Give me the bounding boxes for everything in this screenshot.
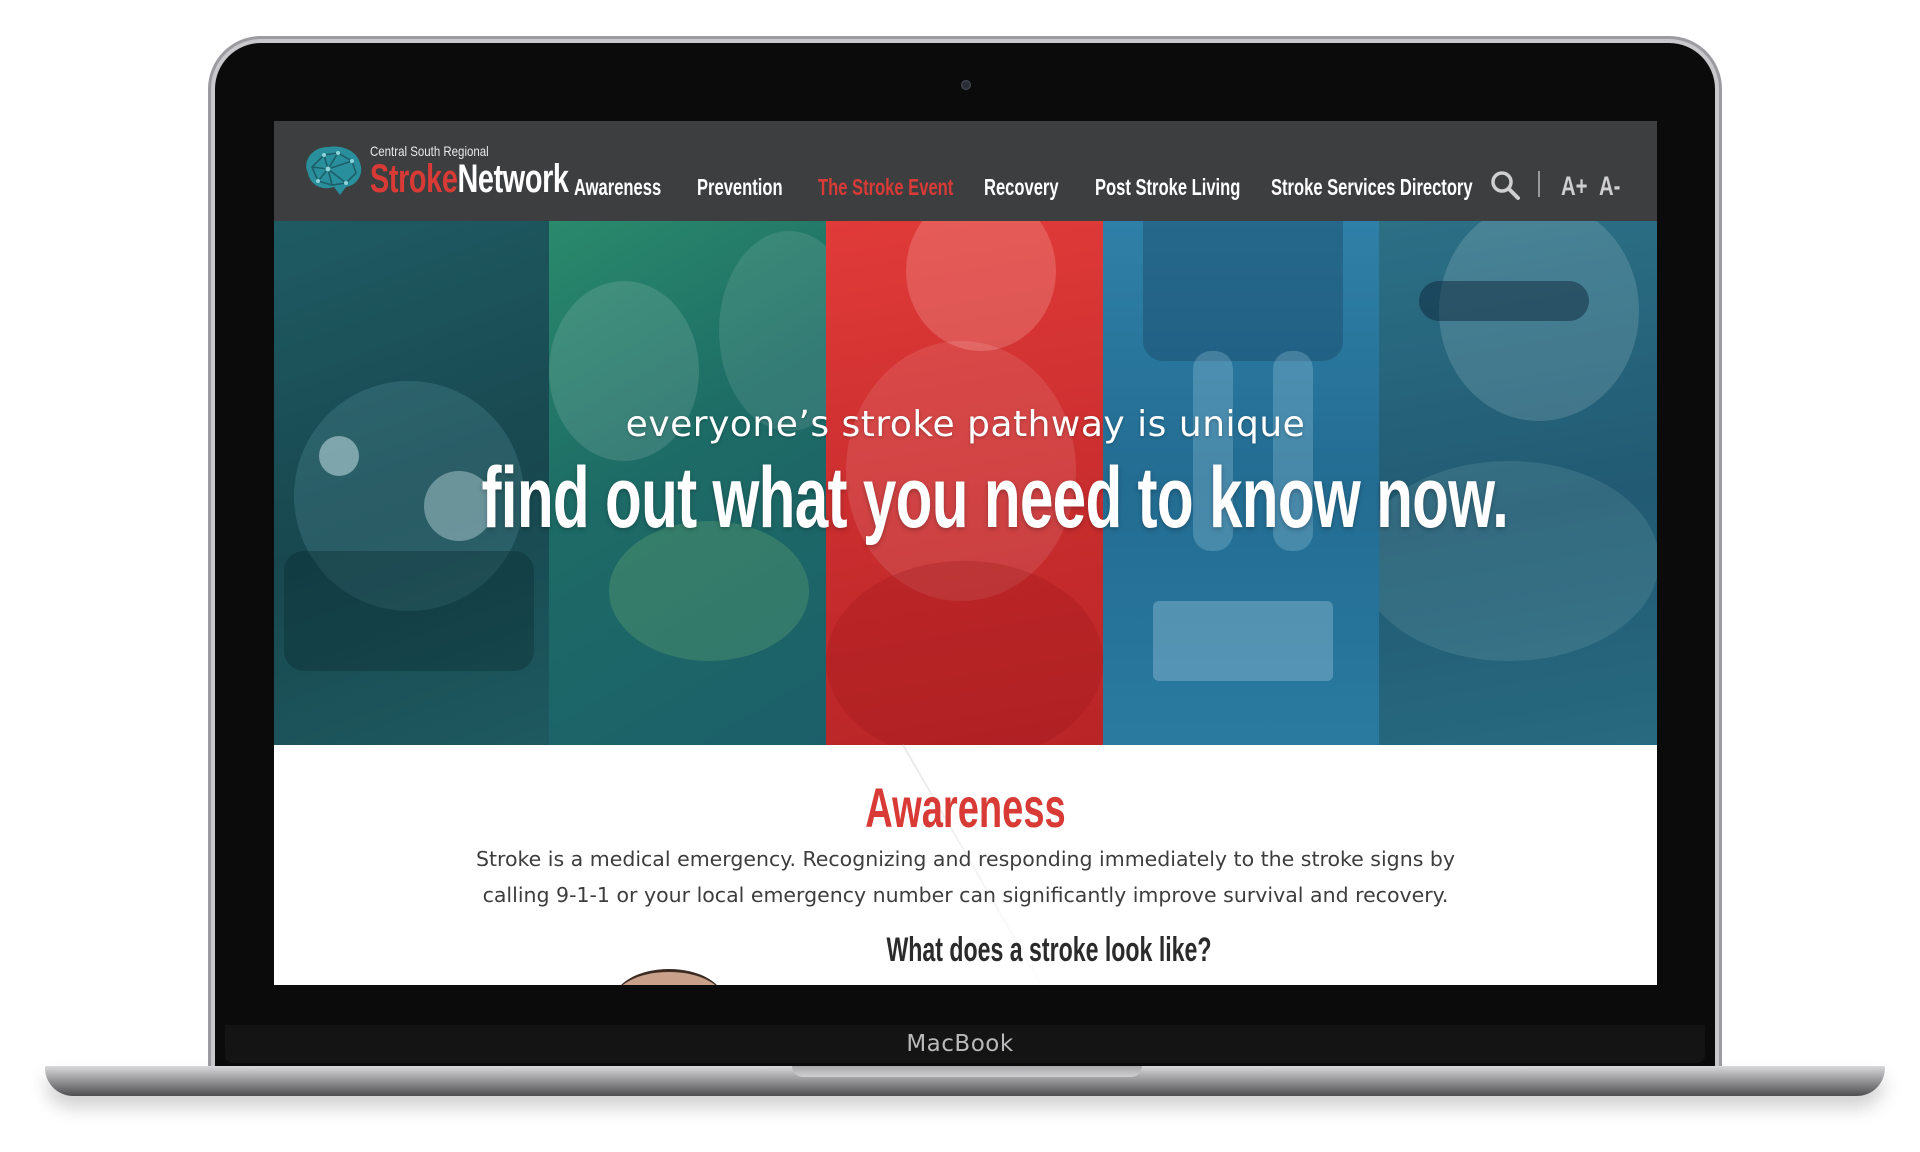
face-photo-peek [614, 969, 724, 985]
tools-divider [1538, 171, 1540, 197]
site-logo[interactable]: Central South Regional StrokeNetwork [300, 139, 569, 209]
font-increase-button[interactable]: A+ [1561, 171, 1587, 202]
section-title: Awareness [865, 776, 1066, 839]
section-subheading: What does a stroke look like? [886, 931, 1212, 969]
search-icon[interactable] [1489, 169, 1521, 201]
awareness-section: Awareness Stroke is a medical emergency.… [274, 744, 1657, 985]
nav-the-stroke-event[interactable]: The Stroke Event [818, 174, 953, 201]
webcam [961, 80, 971, 90]
hero-title: find out what you need to know now. [481, 450, 1509, 546]
site-header: Central South Regional StrokeNetwork Awa… [274, 121, 1657, 221]
nav-prevention[interactable]: Prevention [697, 174, 783, 201]
hero-subtitle: everyone’s stroke pathway is unique [625, 404, 1306, 445]
brain-icon [306, 146, 362, 195]
laptop-hinge-notch [792, 1066, 1142, 1077]
logo-wordmark-stroke: Stroke [370, 157, 458, 201]
nav-recovery[interactable]: Recovery [984, 174, 1059, 201]
nav-awareness[interactable]: Awareness [574, 174, 661, 201]
font-decrease-button[interactable]: A- [1599, 171, 1620, 202]
laptop-brand-label: MacBook [906, 1031, 1014, 1057]
section-body: Stroke is a medical emergency. Recognizi… [475, 847, 1456, 907]
hero-banner: everyone’s stroke pathway is unique find… [274, 221, 1657, 745]
nav-post-stroke-living[interactable]: Post Stroke Living [1095, 174, 1240, 201]
nav-stroke-services-directory[interactable]: Stroke Services Directory [1271, 174, 1473, 201]
logo-wordmark-network: Network [457, 157, 569, 201]
browser-screen: Central South Regional StrokeNetwork Awa… [274, 121, 1657, 985]
logo-wordmark: StrokeNetwork [370, 157, 569, 202]
